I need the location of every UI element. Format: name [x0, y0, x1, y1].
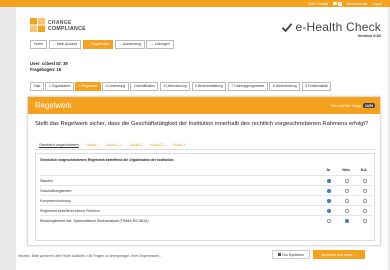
subtab-modul-2[interactable]: Modul 2 [130, 141, 142, 149]
top-links: Hilfe / Kontakt 0 Benutzerkonto Logout [308, 0, 382, 7]
save-icon [277, 253, 281, 256]
question-number-label: Hier sind Sie: Frage [331, 103, 362, 108]
app-title-text: e-Health Check [295, 20, 381, 34]
table-row: Risikoreglement inkl. Systematische Risi… [40, 215, 372, 225]
answers-table: Gesetzlich vorgeschriebenes Regelwerk be… [35, 153, 375, 241]
table-row: Kompetenzordnung [40, 195, 372, 205]
radio-ja[interactable] [327, 189, 331, 193]
step-ueberwachung[interactable]: 5 Überwachung [159, 82, 191, 91]
radio-ja[interactable] [327, 209, 331, 213]
radio-na[interactable] [363, 179, 367, 183]
step-verantwortung[interactable]: 8 Verantwortung [269, 82, 301, 91]
step-berichterstattung[interactable]: 6 Berichterstattung [191, 82, 227, 91]
main-container: CHANGE COMPLIANCE e-Health Check Version… [16, 7, 388, 270]
version-label: Version 0.82 [357, 33, 381, 38]
nav-tab-solutions[interactable]: → Lösungen [146, 40, 174, 49]
radio-na[interactable] [363, 199, 367, 203]
save-button[interactable]: Nur Speichern [272, 250, 310, 259]
save-button-label: Nur Speichern [282, 252, 305, 257]
radio-nein[interactable] [345, 209, 349, 213]
user-info: User: ccbest ID: 39 Fragebogen: 15 [30, 61, 68, 73]
table-title: Gesetzlich vorgeschriebenes Regelwerk be… [40, 158, 174, 162]
logo-text-line2: COMPLIANCE [48, 25, 86, 32]
radio-ja[interactable] [327, 219, 331, 223]
row-label: Kompetenzordnung [40, 199, 71, 203]
card-title: Regelwerk [35, 101, 72, 110]
main-nav: Home → Mein Account → Fragebogen → Auswe… [30, 40, 174, 49]
top-bar: Hilfe / Kontakt 0 Benutzerkonto Logout [0, 0, 390, 7]
radio-nein[interactable] [345, 199, 349, 203]
column-header-nein: Nein [342, 168, 350, 172]
radio-na[interactable] [363, 189, 367, 193]
cart-count: 0 [338, 1, 342, 6]
nav-tab-account[interactable]: → Mein Account [48, 40, 82, 49]
nav-tab-questionnaire[interactable]: → Fragebogen [82, 40, 114, 49]
row-label: Risikoreglement inkl. Systematische Risi… [40, 219, 149, 223]
app-title: e-Health Check [282, 20, 381, 34]
question-number: Hier sind Sie: Frage 14/39 [331, 103, 375, 109]
column-header-ja: Ja [326, 168, 330, 172]
subtab-modul-1[interactable]: Modul 1 [87, 141, 99, 149]
row-label: Reglement betreffend interne Revision [40, 209, 100, 213]
radio-na[interactable] [363, 209, 367, 213]
nav-tab-evaluation[interactable]: → Auswertung [114, 40, 145, 49]
logo[interactable]: CHANGE COMPLIANCE [30, 18, 90, 32]
column-header-na: N.A. [360, 168, 368, 172]
radio-ja[interactable] [327, 179, 331, 183]
logout-link[interactable]: Logout [372, 2, 382, 6]
radio-na[interactable] [363, 219, 367, 223]
step-umsetzung[interactable]: 3 Umsetzung [102, 82, 129, 91]
question-card: Regelwerk Hier sind Sie: Frage 14/39 Ste… [27, 96, 381, 246]
subtab-gesetzlich[interactable]: Gesetzlich vorgeschrieben [39, 141, 79, 149]
save-and-next-button[interactable]: Speichern und weiter → [313, 250, 365, 259]
checkmark-icon [282, 22, 293, 32]
radio-nein[interactable] [345, 189, 349, 193]
radio-nein[interactable] [345, 219, 349, 223]
subtab-modul-3[interactable]: Modul 3 [173, 141, 185, 149]
radio-ja[interactable] [327, 199, 331, 203]
module-tabs: Gesetzlich vorgeschrieben Modul 1 Modul … [35, 141, 375, 150]
radio-nein[interactable] [345, 179, 349, 183]
subtab-modul-2-1[interactable]: Modul 2.1 [150, 141, 165, 149]
footer-hint: Hinweis: Bitte speichern alle Felder aus… [18, 254, 162, 258]
account-link[interactable]: Benutzerkonto [347, 2, 368, 6]
step-trainingsprogramme[interactable]: 7 Trainingsprogramme [227, 82, 268, 91]
step-start[interactable]: Start [30, 82, 44, 91]
row-label: Statuten [40, 179, 54, 183]
table-row: Reglement betreffend interne Revision [40, 205, 372, 215]
table-row: Geschäftsreglement [40, 185, 372, 195]
card-header: Regelwerk Hier sind Sie: Frage 14/39 [28, 97, 380, 114]
table-row: Statuten [40, 175, 372, 185]
step-funktionalitaet[interactable]: 9 Funktionalität [301, 82, 332, 91]
logo-mark-icon [30, 18, 45, 32]
question-number-badge: 14/39 [363, 103, 375, 109]
step-identifikation[interactable]: 4 Identifikation [130, 82, 159, 91]
help-link[interactable]: Hilfe / Kontakt [308, 2, 328, 6]
step-regelwerk[interactable]: 2 Regelwerk [75, 82, 101, 91]
cart-link[interactable]: 0 [333, 1, 342, 6]
question-text: Stellt das Regelwerk sicher, dass die Ge… [35, 121, 369, 127]
cart-icon [333, 1, 338, 6]
step-organisation[interactable]: 1 Organisation [45, 82, 74, 91]
nav-tab-home[interactable]: Home [30, 40, 48, 49]
row-label: Geschäftsreglement [40, 189, 72, 193]
page: Hilfe / Kontakt 0 Benutzerkonto Logout C… [0, 0, 390, 270]
subtab-modul-1-1[interactable]: Modul 1.1 [107, 141, 122, 149]
step-nav: Start 1 Organisation 2 Regelwerk 3 Umset… [30, 82, 332, 91]
questionnaire-id-text: Fragebogen: 15 [30, 67, 62, 72]
